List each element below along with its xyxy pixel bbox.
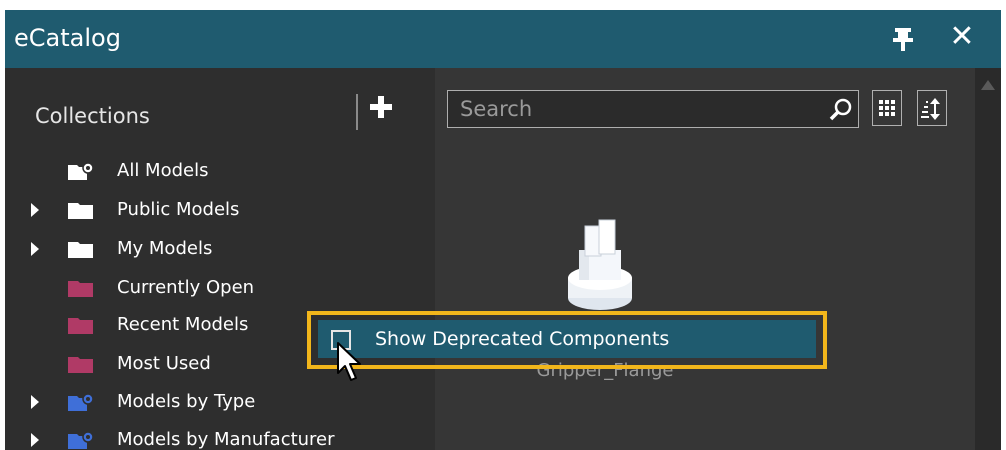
- tree-item-all-models[interactable]: All Models: [5, 154, 435, 188]
- models-panel: Gripper_Flange: [435, 68, 1001, 450]
- folder-icon: [68, 357, 93, 373]
- tree-item-label: Currently Open: [117, 277, 255, 298]
- tree-item-public-models[interactable]: Public Models: [5, 193, 435, 227]
- tree-item-label: My Models: [117, 238, 213, 259]
- pin-icon: [893, 28, 913, 51]
- gripper-flange-icon: [568, 219, 632, 310]
- search-icon[interactable]: [828, 97, 854, 123]
- sort-icon: [921, 98, 940, 120]
- header-divider: [356, 94, 358, 130]
- tree-item-label: Recent Models: [117, 314, 249, 335]
- title-bar: eCatalog ✕: [5, 10, 1001, 68]
- search-box: [447, 90, 859, 128]
- window-title: eCatalog: [14, 24, 121, 52]
- expand-arrow-icon[interactable]: [31, 433, 39, 447]
- tree-item-label: Models by Type: [117, 391, 256, 412]
- folder-gear-icon: [68, 393, 94, 411]
- close-button[interactable]: ✕: [947, 20, 977, 54]
- tree-item-currently-open[interactable]: Currently Open: [5, 271, 435, 305]
- model-thumbnail[interactable]: [555, 208, 645, 318]
- grid-icon: [879, 100, 895, 116]
- tree-item-label: Models by Manufacturer: [117, 429, 335, 450]
- pin-button[interactable]: [890, 25, 916, 53]
- expand-arrow-icon[interactable]: [31, 395, 39, 409]
- add-collection-button[interactable]: [365, 90, 397, 124]
- collections-header: Collections: [35, 104, 150, 128]
- menu-item-label: Show Deprecated Components: [375, 328, 670, 350]
- folder-icon: [68, 203, 93, 219]
- tree-item-models-by-type[interactable]: Models by Type: [5, 385, 435, 419]
- tree-item-my-models[interactable]: My Models: [5, 232, 435, 266]
- folder-icon: [68, 318, 93, 334]
- context-menu-highlight: Show Deprecated Components: [307, 311, 827, 369]
- folder-icon: [68, 242, 93, 258]
- collections-panel: Collections All Models Public Models My …: [5, 68, 435, 450]
- show-deprecated-components-item[interactable]: Show Deprecated Components: [318, 320, 816, 358]
- close-icon: ✕: [949, 19, 975, 54]
- scroll-up-arrow-icon[interactable]: [981, 80, 995, 90]
- mouse-pointer-icon: [337, 342, 361, 381]
- tree-item-models-by-manufacturer[interactable]: Models by Manufacturer: [5, 423, 435, 450]
- search-input[interactable]: [448, 91, 818, 127]
- ecatalog-window: eCatalog ✕ Collections All Models Public…: [5, 10, 1001, 450]
- expand-arrow-icon[interactable]: [31, 242, 39, 256]
- expand-arrow-icon[interactable]: [31, 203, 39, 217]
- tree-item-label: Most Used: [117, 353, 211, 374]
- folder-icon: [68, 281, 93, 297]
- folder-gear-icon: [68, 162, 94, 180]
- tree-item-label: Public Models: [117, 199, 240, 220]
- sort-button[interactable]: [917, 90, 947, 126]
- tree-item-label: All Models: [117, 160, 209, 181]
- grid-view-button[interactable]: [872, 90, 902, 126]
- vertical-scrollbar[interactable]: [975, 68, 1001, 450]
- folder-gear-icon: [68, 431, 94, 449]
